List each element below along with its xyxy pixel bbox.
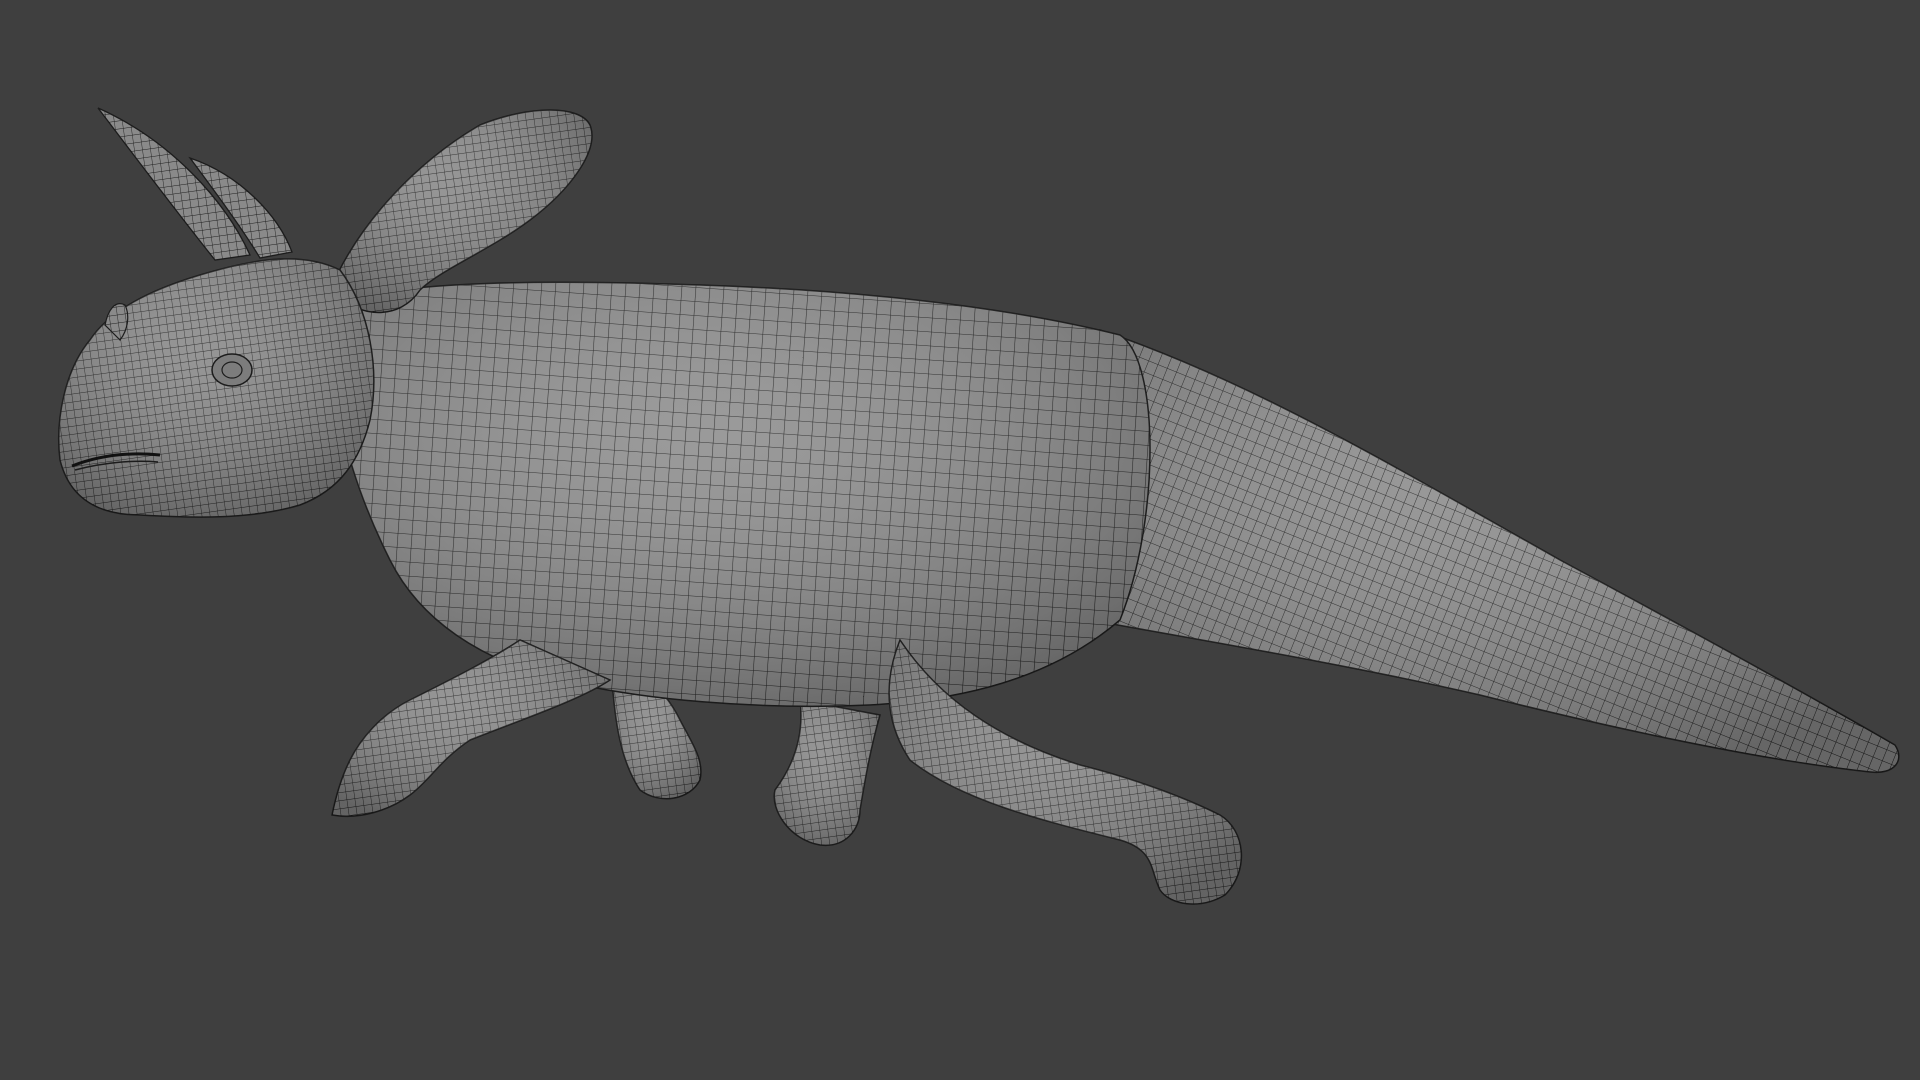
near-front-leg [331,639,612,818]
head [58,258,375,518]
3d-viewport[interactable] [0,0,1920,1080]
far-hind-leg [773,699,881,846]
tail [1089,328,1900,774]
dinosaur-wireframe-model[interactable] [0,0,1920,1080]
eye [211,353,253,387]
torso [332,281,1151,708]
